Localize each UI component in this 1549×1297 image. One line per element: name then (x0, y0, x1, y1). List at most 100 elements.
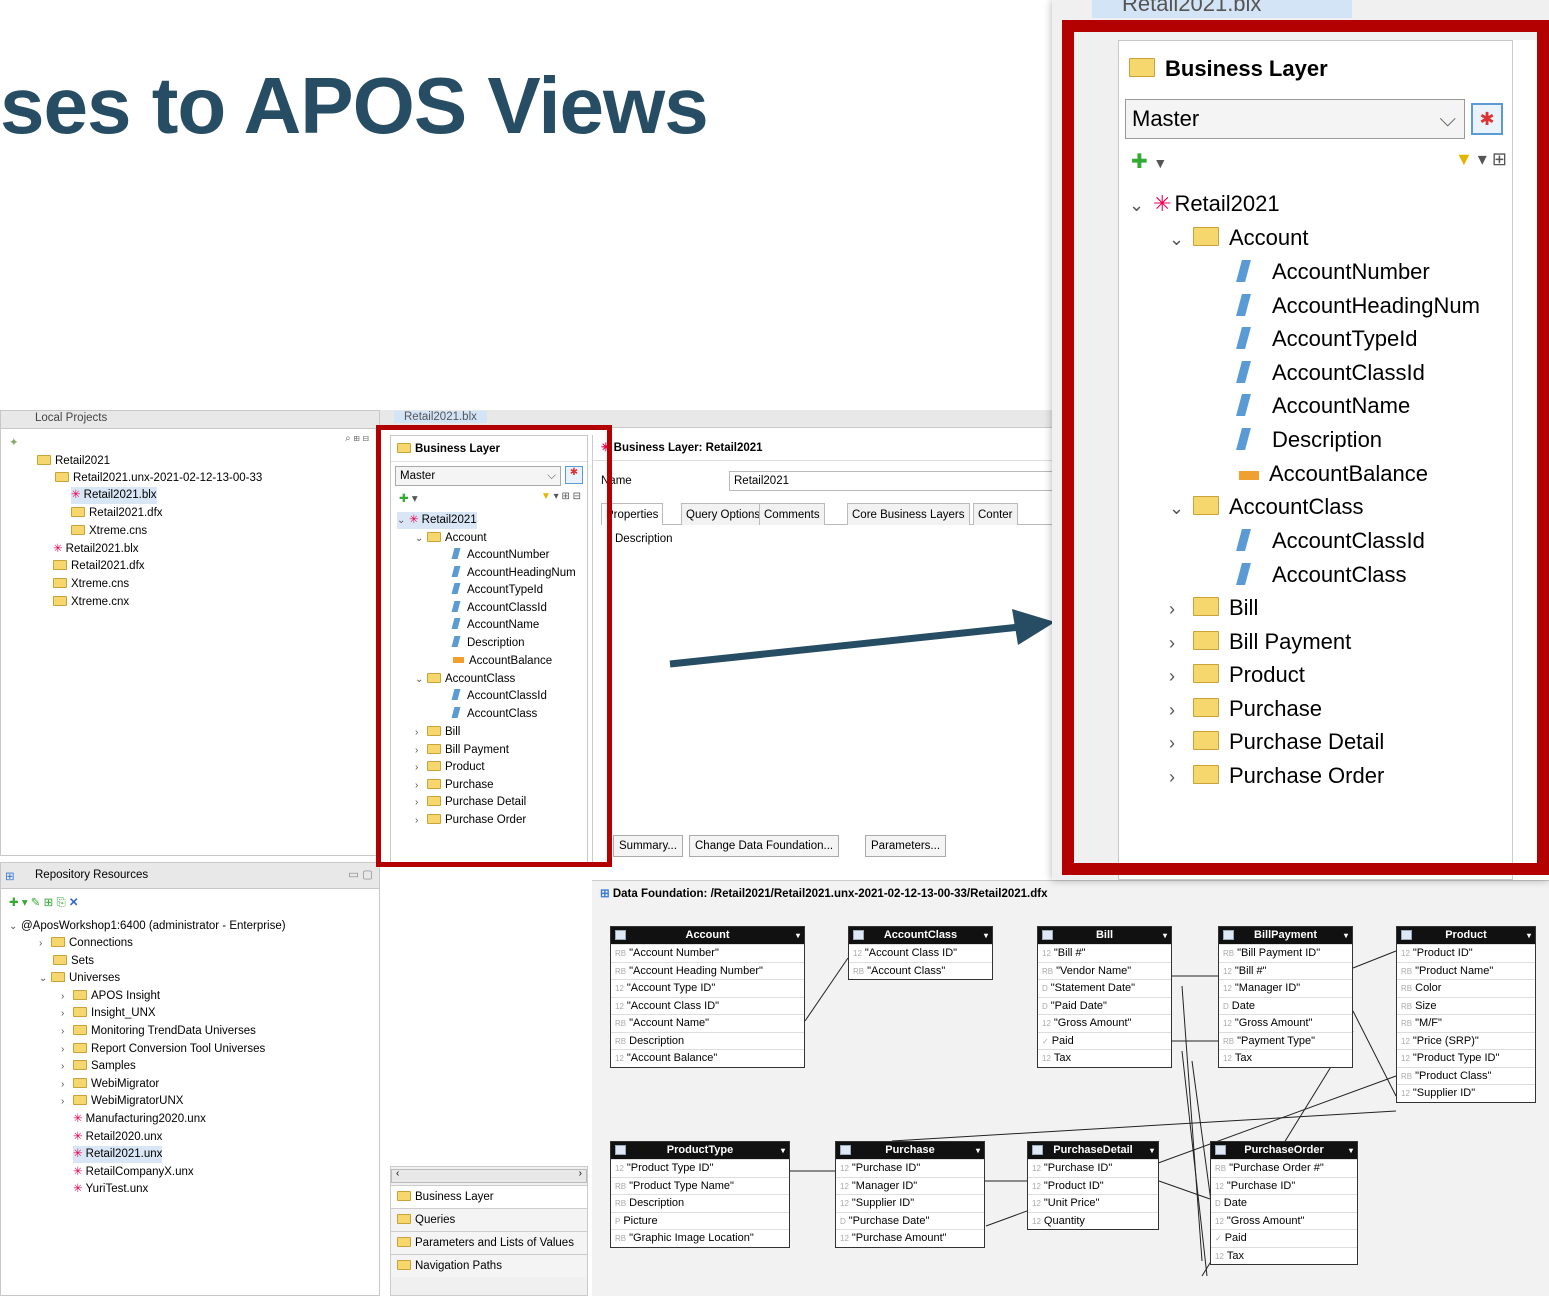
table-column[interactable]: 12 "Purchase ID" (1028, 1159, 1158, 1177)
chevron-down-icon[interactable]: ⌄ (39, 970, 51, 987)
repository-item[interactable]: › Connections (39, 935, 133, 952)
table-column[interactable]: RB "Product Name" (1397, 961, 1535, 980)
table-column[interactable]: RB "Account Name" (611, 1014, 804, 1032)
table-column[interactable]: RB Size (1397, 996, 1535, 1015)
table-column[interactable]: 12 "Manager ID" (1219, 979, 1352, 997)
repository-item[interactable]: › APOS Insight (61, 988, 160, 1005)
project-item[interactable]: Retail2021.dfx (53, 558, 145, 575)
table-column[interactable]: 12 "Purchase ID" (1211, 1176, 1357, 1195)
table-column[interactable]: 12 "Account Class ID" (611, 996, 804, 1015)
table-column[interactable]: ✓ Paid (1211, 1229, 1357, 1247)
repository-item[interactable]: ✳ Manufacturing2020.unx (73, 1111, 206, 1128)
table-column[interactable]: 12 Tax (1038, 1049, 1171, 1067)
table-column[interactable]: 12 "Bill #" (1038, 944, 1171, 962)
table-column[interactable]: D "Purchase Date" (836, 1211, 984, 1230)
repository-item[interactable]: Sets (53, 953, 94, 970)
nav-item[interactable]: Queries (391, 1208, 587, 1231)
table-column[interactable]: 12 "Bill #" (1219, 961, 1352, 980)
repository-item[interactable]: ✳ RetailCompanyX.unx (73, 1164, 194, 1181)
table-column[interactable]: 12 "Manager ID" (836, 1176, 984, 1195)
table-column[interactable]: 12 "Supplier ID" (1397, 1084, 1535, 1102)
chevron-right-icon[interactable]: › (61, 1023, 73, 1040)
table-column[interactable]: 12 "Account Type ID" (611, 979, 804, 997)
add-icon[interactable]: ✚ ▾ ✎ ⊞ ⎘ ✕ (9, 895, 79, 910)
search-icon[interactable]: ⌕ ⊞ ⊟ (345, 433, 369, 444)
table-column[interactable]: RB "Vendor Name" (1038, 961, 1171, 980)
chevron-down-icon[interactable]: ⌄ (9, 918, 21, 935)
project-item[interactable]: Retail2021.dfx (71, 505, 163, 522)
table-column[interactable]: RB "Product Class" (1397, 1066, 1535, 1085)
table-column[interactable]: 12 "Product Type ID" (1397, 1049, 1535, 1067)
project-item[interactable]: Xtreme.cnx (53, 594, 129, 611)
nav-item[interactable]: Business Layer (391, 1185, 587, 1208)
table-column[interactable]: 12 "Gross Amount" (1219, 1014, 1352, 1032)
table-column[interactable]: RB "M/F" (1397, 1014, 1535, 1032)
table-purchase[interactable]: Purchase ▾ 12 "Purchase ID" 12 "Manager ID" 12… (835, 1141, 985, 1248)
table-column[interactable]: RB "Payment Type" (1219, 1031, 1352, 1050)
table-column[interactable]: RB "Account Class" (849, 961, 992, 980)
table-column[interactable]: 12 "Price (SRP)" (1397, 1031, 1535, 1050)
repository-item[interactable]: ⌄ Universes (39, 970, 120, 987)
chevron-right-icon[interactable]: › (61, 1093, 73, 1110)
name-input[interactable]: Retail2021 (729, 471, 1059, 491)
table-column[interactable]: 12 "Purchase ID" (836, 1159, 984, 1177)
button-1[interactable]: Change Data Foundation... (689, 835, 840, 857)
repository-item[interactable]: › Monitoring TrendData Universes (61, 1023, 256, 1040)
repository-item[interactable]: › WebiMigrator (61, 1076, 159, 1093)
table-column[interactable]: 12 "Account Balance" (611, 1049, 804, 1067)
tab-1[interactable]: Query Options (681, 503, 766, 525)
repository-item[interactable]: ✳ YuriTest.unx (73, 1181, 148, 1198)
project-item[interactable]: Retail2021 (37, 453, 110, 470)
table-column[interactable]: 12 "Gross Amount" (1211, 1211, 1357, 1230)
table-column[interactable]: D "Statement Date" (1038, 979, 1171, 997)
table-column[interactable]: 12 "Unit Price" (1028, 1194, 1158, 1212)
table-column[interactable]: RB Color (1397, 979, 1535, 997)
chevron-right-icon[interactable]: › (61, 1005, 73, 1022)
project-item[interactable]: Xtreme.cns (71, 523, 147, 540)
minimize-icon[interactable]: ▭ ▢ (348, 867, 373, 881)
repository-item[interactable]: ✳ Retail2021.unx (73, 1146, 163, 1164)
table-column[interactable]: RB Description (611, 1194, 789, 1212)
project-item[interactable]: Retail2021.unx-2021-02-12-13-00-33 (55, 470, 262, 487)
join-line[interactable] (804, 957, 849, 1022)
chevron-right-icon[interactable]: › (61, 1076, 73, 1093)
table-column[interactable]: 12 Tax (1211, 1246, 1357, 1265)
table-column[interactable]: 12 Tax (1219, 1049, 1352, 1067)
table-purchasedetail[interactable]: PurchaseDetail ▾ 12 "Purchase ID" 12 "Product… (1027, 1141, 1159, 1230)
tab-2[interactable]: Comments (759, 503, 825, 525)
horizontal-scrollbar[interactable]: ‹ › (391, 1168, 587, 1183)
table-column[interactable]: RB "Bill Payment ID" (1219, 944, 1352, 962)
table-column[interactable]: 12 "Gross Amount" (1038, 1014, 1171, 1032)
table-column[interactable]: ✓ Paid (1038, 1031, 1171, 1050)
tab-repository-resources[interactable]: Repository Resources (35, 869, 148, 881)
table-column[interactable]: RB "Graphic Image Location" (611, 1229, 789, 1247)
table-column[interactable]: 12 "Product ID" (1397, 944, 1535, 962)
table-account[interactable]: Account ▾ RB "Account Number" RB "Account Hea… (610, 926, 805, 1068)
table-column[interactable]: 12 Quantity (1028, 1211, 1158, 1230)
table-column[interactable]: 12 "Supplier ID" (836, 1194, 984, 1212)
table-purchaseorder[interactable]: PurchaseOrder ▾ RB "Purchase Order #" 12 "Pur… (1210, 1141, 1358, 1265)
repository-item[interactable]: ✳ Retail2020.unx (73, 1129, 162, 1146)
table-column[interactable]: RB "Purchase Order #" (1211, 1159, 1357, 1177)
table-bill[interactable]: Bill ▾ 12 "Bill #" RB "Vendor Name" D "Statemen… (1037, 926, 1172, 1068)
project-item[interactable]: ✳ Retail2021.blx (53, 541, 139, 558)
table-column[interactable]: D Date (1211, 1194, 1357, 1212)
tab-local-projects[interactable]: Local Projects (35, 412, 107, 424)
table-billpayment[interactable]: BillPayment ▾ RB "Bill Payment ID" 12 "Bill #… (1218, 926, 1353, 1068)
table-column[interactable]: 12 "Product Type ID" (611, 1159, 789, 1177)
table-column[interactable]: P Picture (611, 1211, 789, 1230)
join-line[interactable] (1352, 1010, 1397, 1097)
join-line[interactable] (1352, 950, 1397, 969)
join-line[interactable] (891, 1110, 1397, 1142)
table-column[interactable]: 12 "Product ID" (1028, 1176, 1158, 1195)
chevron-right-icon[interactable]: › (61, 1041, 73, 1058)
tab-3[interactable]: Core Business Layers (847, 503, 970, 525)
table-column[interactable]: 12 "Account Class ID" (849, 944, 992, 962)
repository-item[interactable]: › Report Conversion Tool Universes (61, 1041, 265, 1058)
table-column[interactable]: RB Description (611, 1031, 804, 1050)
nav-item[interactable]: Parameters and Lists of Values (391, 1231, 587, 1254)
repository-item[interactable]: › Insight_UNX (61, 1005, 156, 1022)
repository-item[interactable]: › WebiMigratorUNX (61, 1093, 183, 1110)
table-column[interactable]: RB "Account Number" (611, 944, 804, 962)
new-project-icon[interactable]: ✦ (9, 435, 19, 449)
